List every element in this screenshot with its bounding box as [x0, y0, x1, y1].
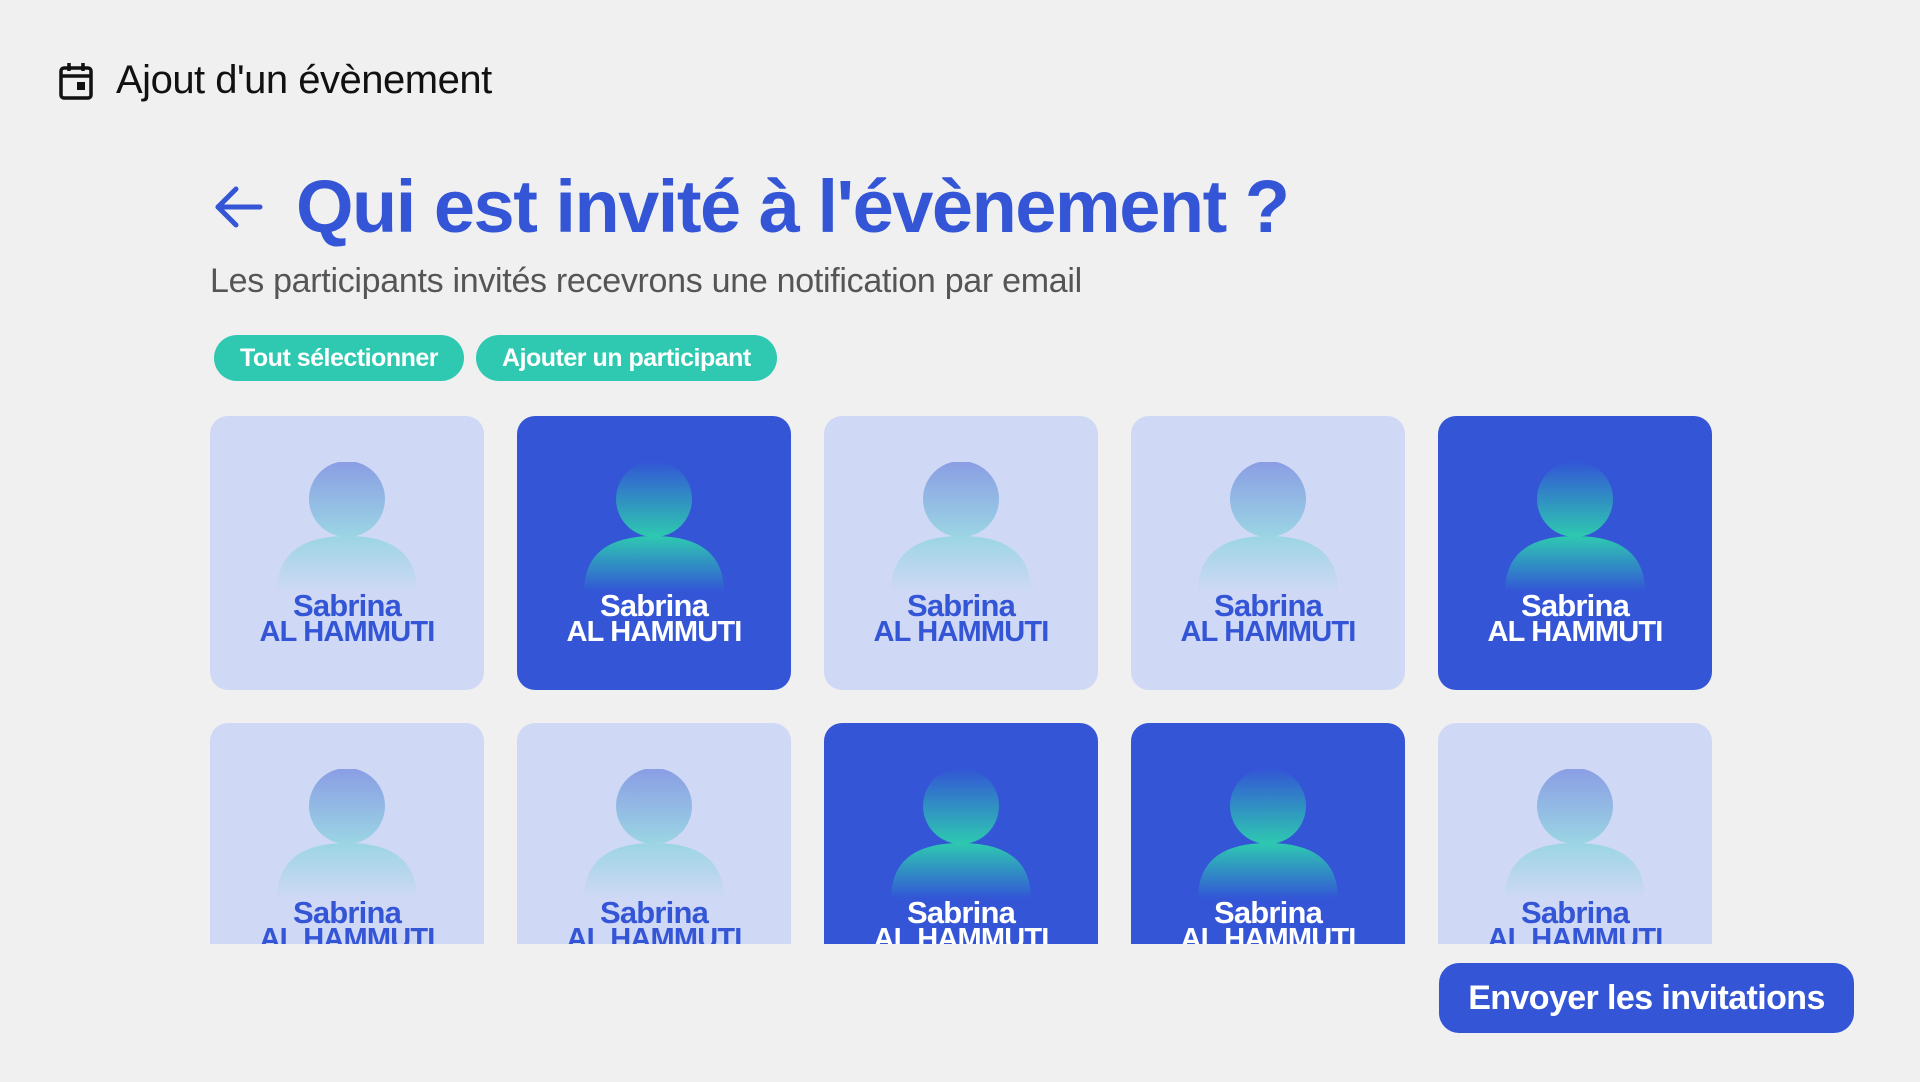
participant-last-name: AL HAMMUTI	[566, 616, 742, 648]
avatar-icon	[584, 769, 724, 899]
participant-card[interactable]: Sabrina AL HAMMUTI	[824, 723, 1098, 944]
participant-name: Sabrina AL HAMMUTI	[517, 588, 791, 648]
participant-first-name: Sabrina	[1520, 895, 1630, 930]
participant-last-name: AL HAMMUTI	[873, 616, 1049, 648]
participant-last-name: AL HAMMUTI	[873, 923, 1049, 945]
participant-last-name: AL HAMMUTI	[1487, 616, 1663, 648]
participant-name: Sabrina AL HAMMUTI	[824, 895, 1098, 945]
title-row: Qui est invité à l'évènement ?	[210, 170, 1710, 244]
participant-first-name: Sabrina	[292, 895, 402, 930]
participant-last-name: AL HAMMUTI	[566, 923, 742, 945]
avatar-icon	[891, 462, 1031, 592]
participant-first-name: Sabrina	[292, 588, 402, 623]
avatar-icon	[277, 462, 417, 592]
participant-name: Sabrina AL HAMMUTI	[210, 588, 484, 648]
participant-first-name: Sabrina	[1213, 895, 1323, 930]
action-bar: Tout sélectionner Ajouter un participant	[214, 335, 1710, 381]
participant-last-name: AL HAMMUTI	[1180, 923, 1356, 945]
page-title: Qui est invité à l'évènement ?	[296, 165, 1290, 248]
app-title: Ajout d'un évènement	[116, 58, 492, 102]
participant-first-name: Sabrina	[1213, 588, 1323, 623]
participant-last-name: AL HAMMUTI	[259, 923, 435, 945]
participant-last-name: AL HAMMUTI	[1180, 616, 1356, 648]
avatar-icon	[1505, 462, 1645, 592]
add-participant-button[interactable]: Ajouter un participant	[476, 335, 777, 381]
page-subtitle: Les participants invités recevrons une n…	[210, 262, 1082, 300]
send-invitations-button[interactable]: Envoyer les invitations	[1439, 963, 1854, 1033]
participant-name: Sabrina AL HAMMUTI	[210, 895, 484, 945]
main-content: Qui est invité à l'évènement ? Les parti…	[210, 170, 1710, 381]
participant-last-name: AL HAMMUTI	[1487, 923, 1663, 945]
participant-first-name: Sabrina	[599, 588, 709, 623]
participant-first-name: Sabrina	[1520, 588, 1630, 623]
avatar-icon	[891, 769, 1031, 899]
participant-card[interactable]: Sabrina AL HAMMUTI	[824, 416, 1098, 690]
select-all-button[interactable]: Tout sélectionner	[214, 335, 465, 381]
participant-card[interactable]: Sabrina AL HAMMUTI	[1438, 416, 1712, 690]
participant-name: Sabrina AL HAMMUTI	[824, 588, 1098, 648]
avatar-icon	[1505, 769, 1645, 899]
arrow-left-icon[interactable]	[210, 179, 266, 235]
participant-card[interactable]: Sabrina AL HAMMUTI	[1131, 416, 1405, 690]
calendar-icon	[59, 62, 93, 100]
avatar-icon	[584, 462, 724, 592]
participant-card[interactable]: Sabrina AL HAMMUTI	[210, 723, 484, 944]
participant-card[interactable]: Sabrina AL HAMMUTI	[210, 416, 484, 690]
app-header: Ajout d'un évènement	[58, 58, 492, 103]
avatar-icon	[1198, 462, 1338, 592]
participant-card[interactable]: Sabrina AL HAMMUTI	[1131, 723, 1405, 944]
participant-name: Sabrina AL HAMMUTI	[1131, 588, 1405, 648]
participant-card[interactable]: Sabrina AL HAMMUTI	[517, 416, 791, 690]
participant-first-name: Sabrina	[906, 588, 1016, 623]
participant-first-name: Sabrina	[599, 895, 709, 930]
participant-name: Sabrina AL HAMMUTI	[1438, 895, 1712, 945]
participants-scroll-area[interactable]: Sabrina AL HAMMUTI Sabrina AL HAMMUTI Sabrin…	[210, 416, 1730, 944]
participant-last-name: AL HAMMUTI	[259, 616, 435, 648]
participant-first-name: Sabrina	[906, 895, 1016, 930]
participant-name: Sabrina AL HAMMUTI	[1131, 895, 1405, 945]
avatar-icon	[1198, 769, 1338, 899]
participant-card[interactable]: Sabrina AL HAMMUTI	[517, 723, 791, 944]
avatar-icon	[277, 769, 417, 899]
participant-card[interactable]: Sabrina AL HAMMUTI	[1438, 723, 1712, 944]
participants-grid: Sabrina AL HAMMUTI Sabrina AL HAMMUTI Sabrin…	[210, 416, 1730, 944]
participant-name: Sabrina AL HAMMUTI	[1438, 588, 1712, 648]
participant-name: Sabrina AL HAMMUTI	[517, 895, 791, 945]
